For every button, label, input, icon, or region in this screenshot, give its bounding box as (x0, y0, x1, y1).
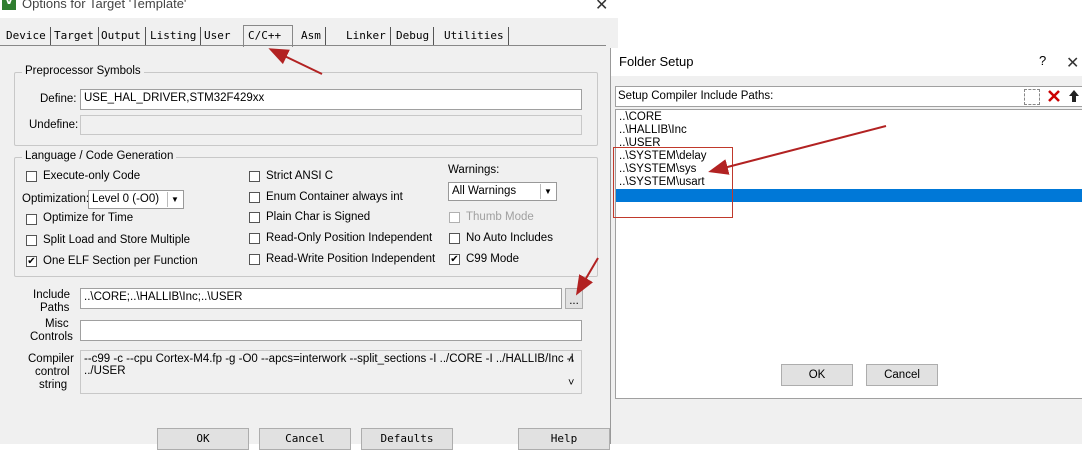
warnings-value: All Warnings (452, 185, 517, 197)
delete-icon[interactable] (1046, 88, 1062, 104)
browse-include-button[interactable]: ... (565, 288, 583, 309)
optimization-select[interactable]: Level 0 (-O0) ▼ (88, 190, 184, 209)
optimization-label: Optimization: (22, 193, 90, 205)
tab-output[interactable]: Output (97, 27, 146, 45)
tab-debug[interactable]: Debug (392, 27, 435, 45)
ro-position-checkbox[interactable] (249, 233, 260, 244)
language-group-title: Language / Code Generation (22, 150, 177, 162)
cancel-button[interactable]: Cancel (259, 428, 351, 450)
tab-divider (0, 45, 606, 46)
one-elf-checkbox[interactable]: ✔ (26, 256, 37, 267)
title-bar: V Options for Target 'Template' ✕ (0, 0, 618, 18)
execute-only-label: Execute-only Code (43, 170, 141, 182)
tab-c-cpp[interactable]: C/C++ (243, 25, 293, 47)
tab-user[interactable]: User (200, 27, 235, 45)
misc-label-line1: Misc (45, 318, 69, 330)
optimization-value: Level 0 (-O0) (92, 193, 160, 205)
compiler-line-1: --c99 -c --cpu Cortex-M4.fp -g -O0 --apc… (84, 353, 574, 365)
tab-target[interactable]: Target (50, 27, 99, 45)
enum-container-checkbox[interactable] (249, 192, 260, 203)
c99-mode-checkbox[interactable]: ✔ (449, 254, 460, 265)
defaults-button[interactable]: Defaults (361, 428, 453, 450)
list-item[interactable]: ..\CORE (619, 111, 662, 123)
ro-position-label: Read-Only Position Independent (266, 232, 433, 244)
folder-ok-button[interactable]: OK (781, 364, 853, 386)
close-icon[interactable]: ✕ (595, 0, 608, 14)
compiler-label-line3: string (39, 379, 68, 391)
no-auto-includes-label: No Auto Includes (466, 232, 553, 244)
enum-container-label: Enum Container always int (266, 191, 403, 203)
folder-title-bar: Folder Setup ? ✕ (611, 48, 1082, 76)
window-title: Options for Target 'Template' (22, 0, 187, 11)
list-item[interactable]: ..\HALLIB\Inc (619, 124, 687, 136)
chevron-down-icon: ▼ (167, 192, 182, 207)
split-load-checkbox[interactable] (26, 235, 37, 246)
warnings-label: Warnings: (448, 164, 500, 176)
tab-linker[interactable]: Linker (342, 27, 391, 45)
help-icon[interactable]: ? (1039, 53, 1046, 68)
one-elf-label: One ELF Section per Function (43, 255, 198, 267)
tab-asm[interactable]: Asm (297, 27, 326, 45)
include-label-line2: Paths (40, 302, 70, 314)
compiler-line-2: ../USER (84, 365, 126, 377)
highlight-box (613, 147, 733, 218)
tab-listing[interactable]: Listing (146, 27, 202, 45)
compiler-control-text[interactable]: --c99 -c --cpu Cortex-M4.fp -g -O0 --apc… (80, 350, 582, 394)
new-folder-icon[interactable] (1024, 89, 1040, 105)
keil-app-icon: V (2, 0, 16, 10)
warnings-select[interactable]: All Warnings ▼ (448, 182, 557, 201)
tab-utilities[interactable]: Utilities (440, 27, 509, 45)
scroll-down-icon[interactable]: ˅ (568, 377, 574, 389)
include-paths-input[interactable]: ..\CORE;..\HALLIB\Inc;..\USER (80, 288, 562, 309)
include-paths-header: Setup Compiler Include Paths: (615, 86, 1082, 107)
undefine-label: Undefine: (29, 119, 79, 131)
folder-dialog-title: Folder Setup (619, 54, 694, 69)
preprocessor-group-title: Preprocessor Symbols (22, 65, 144, 77)
misc-label-line2: Controls (30, 331, 73, 343)
chevron-down-icon: ▼ (540, 184, 555, 199)
compiler-label-line1: Compiler (28, 353, 75, 365)
strict-ansi-checkbox[interactable] (249, 171, 260, 182)
folder-cancel-button[interactable]: Cancel (866, 364, 938, 386)
options-dialog: V Options for Target 'Template' ✕ Device… (0, 0, 618, 450)
optimize-time-checkbox[interactable] (26, 214, 37, 225)
help-button[interactable]: Help (518, 428, 610, 450)
plain-char-checkbox[interactable] (249, 212, 260, 223)
c99-mode-label: C99 Mode (466, 253, 520, 265)
rw-position-label: Read-Write Position Independent (266, 253, 436, 265)
close-icon[interactable]: ✕ (1066, 56, 1079, 72)
no-auto-includes-checkbox[interactable] (449, 233, 460, 244)
misc-controls-input[interactable] (80, 320, 582, 341)
thumb-mode-checkbox[interactable] (449, 212, 460, 223)
include-paths-heading: Setup Compiler Include Paths: (618, 90, 774, 102)
split-load-label: Split Load and Store Multiple (43, 234, 191, 246)
execute-only-checkbox[interactable] (26, 171, 37, 182)
folder-setup-dialog: Folder Setup ? ✕ Setup Compiler Include … (610, 48, 1082, 444)
undefine-input[interactable] (80, 115, 582, 135)
define-label: Define: (40, 93, 77, 105)
compiler-label-line2: control (35, 366, 70, 378)
include-label-line1: Include (33, 289, 71, 301)
thumb-mode-label: Thumb Mode (466, 211, 534, 223)
plain-char-label: Plain Char is Signed (266, 211, 371, 223)
tab-strip: Device Target Output Listing User C/C++ … (0, 25, 618, 47)
tab-device[interactable]: Device (2, 27, 51, 45)
optimize-time-label: Optimize for Time (43, 212, 134, 224)
strict-ansi-label: Strict ANSI C (266, 170, 334, 182)
scroll-up-icon[interactable]: ˄ (568, 354, 574, 366)
ok-button[interactable]: OK (157, 428, 249, 450)
rw-position-checkbox[interactable] (249, 254, 260, 265)
define-input[interactable]: USE_HAL_DRIVER,STM32F429xx (80, 89, 582, 110)
move-up-icon[interactable] (1066, 88, 1082, 104)
